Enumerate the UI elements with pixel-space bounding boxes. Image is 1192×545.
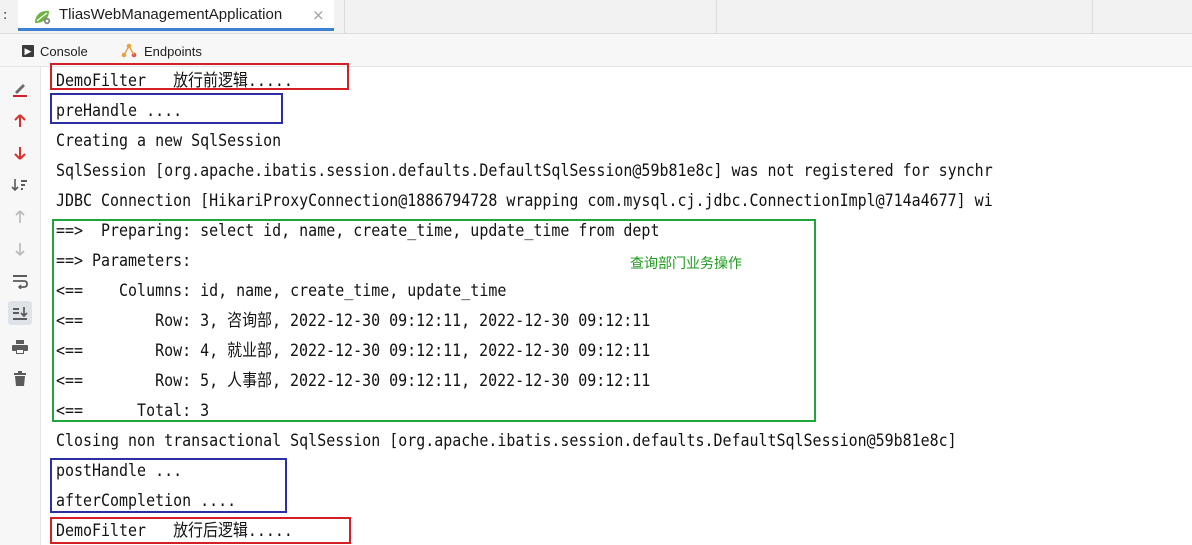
scroll-down-icon[interactable] (8, 237, 32, 261)
console-side-toolbar (0, 67, 41, 545)
print-icon[interactable] (8, 335, 32, 359)
tab-console[interactable]: ▶ Console (22, 41, 88, 61)
log-line: JDBC Connection [HikariProxyConnection@1… (56, 191, 993, 211)
prehandle-highlight (50, 93, 283, 124)
run-tab-tlias[interactable]: TliasWebManagementApplication × (18, 0, 334, 31)
up-stack-icon[interactable] (8, 109, 32, 133)
log-line: Creating a new SqlSession (56, 131, 282, 151)
run-tab-title: TliasWebManagementApplication (59, 6, 283, 23)
clear-icon[interactable] (8, 77, 32, 101)
tab-console-label: Console (40, 43, 88, 59)
filter-before-highlight (50, 63, 349, 90)
posthandle-highlight (50, 458, 287, 513)
sql-query-highlight (52, 219, 816, 422)
tab-endpoints-label: Endpoints (144, 43, 202, 59)
tab-divider (344, 0, 345, 33)
tab-endpoints[interactable]: Endpoints (120, 41, 202, 61)
close-tab-icon[interactable]: × (312, 6, 325, 24)
tab-divider (1092, 0, 1093, 33)
scroll-up-icon[interactable] (8, 205, 32, 229)
log-line: Closing non transactional SqlSession [or… (56, 431, 957, 451)
sort-icon[interactable] (8, 173, 32, 197)
down-stack-icon[interactable] (8, 141, 32, 165)
tab-divider (716, 0, 717, 33)
tab-bar-prefix: : (3, 8, 8, 23)
trash-icon[interactable] (8, 367, 32, 391)
console-icon: ▶ (22, 45, 34, 57)
filter-after-highlight (50, 517, 351, 544)
soft-wrap-icon[interactable] (8, 269, 32, 293)
run-tab-bar: : TliasWebManagementApplication × (0, 0, 1192, 34)
endpoints-icon (120, 42, 138, 61)
scroll-to-end-icon[interactable] (8, 301, 32, 325)
log-line: SqlSession [org.apache.ibatis.session.de… (56, 161, 993, 181)
spring-boot-icon (32, 8, 54, 30)
